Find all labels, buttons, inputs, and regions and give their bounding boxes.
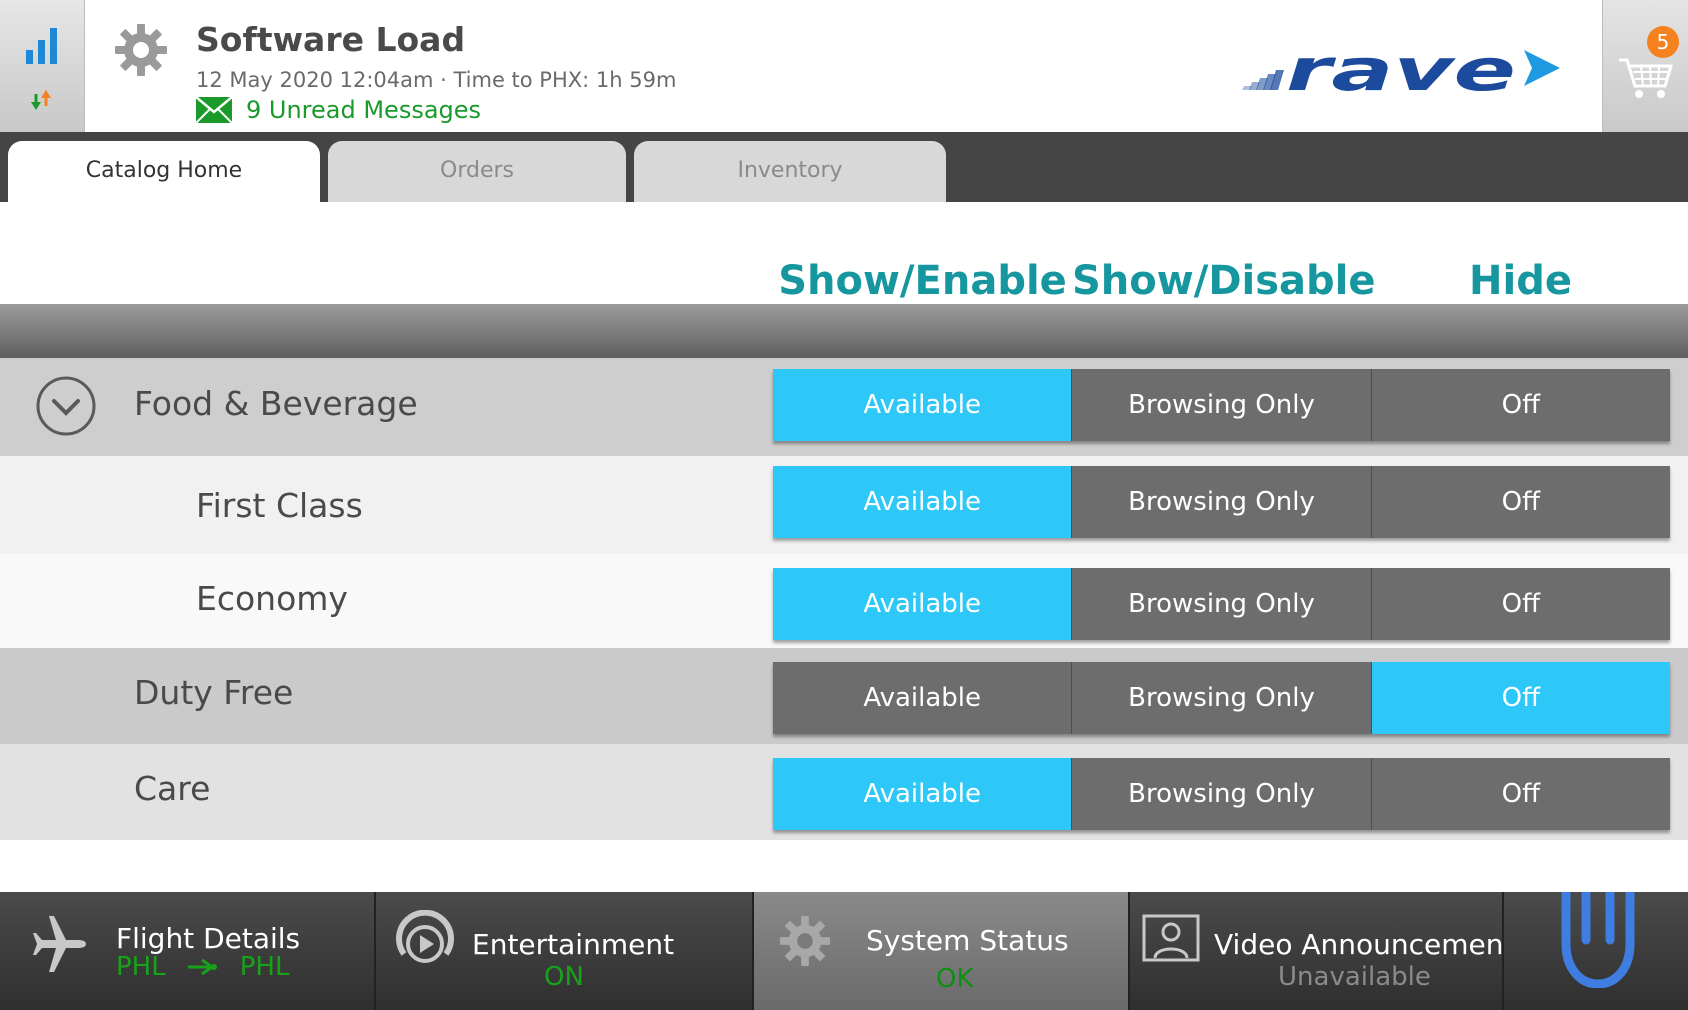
off-button[interactable]: Off [1371,662,1670,734]
rave-logo: rave [1242,42,1560,102]
category-row-duty-free: Duty Free Available Browsing Only Off [0,648,1688,744]
route-destination: PHL [239,952,290,982]
cart-count-badge: 5 [1647,26,1679,58]
category-label: Care [134,769,211,808]
available-button[interactable]: Available [773,466,1073,538]
header-divider-band [0,304,1688,358]
entertainment-label: Entertainment [472,928,675,961]
system-status-button[interactable]: System Status OK [754,892,1130,1010]
system-gear-icon [779,915,831,967]
browsing-only-button[interactable]: Browsing Only [1072,369,1372,441]
browsing-only-button[interactable]: Browsing Only [1072,662,1372,734]
available-button[interactable]: Available [773,758,1073,830]
system-status-value: OK [936,964,974,994]
browsing-only-button[interactable]: Browsing Only [1072,568,1372,640]
data-transfer-icon [31,90,51,110]
category-row-first-class: First Class Available Browsing Only Off [0,456,1688,554]
browsing-only-button[interactable]: Browsing Only [1072,466,1372,538]
category-label: Duty Free [134,673,294,712]
settings-gear-icon[interactable] [113,22,169,78]
off-button[interactable]: Off [1371,466,1670,538]
flight-details-label: Flight Details [116,922,301,955]
entertainment-button[interactable]: Entertainment ON [376,892,754,1010]
availability-toggle: Available Browsing Only Off [773,369,1670,441]
unread-messages-link[interactable]: 9 Unread Messages [196,96,481,124]
category-row-care: Care Available Browsing Only Off [0,744,1688,840]
category-row-food-beverage: Food & Beverage Available Browsing Only … [0,358,1688,456]
off-button[interactable]: Off [1371,758,1670,830]
hand-logo-icon [1561,892,1635,988]
column-header-show-enable: Show/Enable [778,258,1067,304]
availability-toggle: Available Browsing Only Off [773,568,1670,640]
available-button[interactable]: Available [773,568,1073,640]
tab-catalog-home[interactable]: Catalog Home [8,141,320,202]
availability-toggle: Available Browsing Only Off [773,662,1670,734]
signal-strength-icon [26,28,57,64]
shopping-cart-button[interactable]: 5 [1602,0,1688,132]
category-label: Food & Beverage [134,384,418,423]
availability-toggle: Available Browsing Only Off [773,466,1670,538]
rave-logo-text: rave [1286,42,1516,102]
brand-menu-button[interactable] [1504,892,1688,1010]
available-button[interactable]: Available [773,369,1073,441]
video-announcements-label: Video Announcements [1214,928,1530,961]
category-label: Economy [196,579,348,618]
route-origin: PHL [116,952,166,982]
column-header-show-disable: Show/Disable [1072,258,1376,304]
flight-info-text: 12 May 2020 12:04am · Time to PHX: 1h 59… [196,68,677,92]
bottom-nav-bar: Flight Details PHL PHL Entertainment ON [0,892,1688,1010]
off-button[interactable]: Off [1371,369,1670,441]
column-header-hide: Hide [1469,258,1572,304]
category-label: First Class [196,486,363,525]
envelope-icon [196,97,232,123]
app-header: Software Load 12 May 2020 12:04am · Time… [0,0,1688,132]
video-announcements-button[interactable]: Video Announcements Unavailable [1130,892,1529,1010]
route-arrow-icon [187,958,217,976]
media-play-icon [396,910,454,963]
flight-route: PHL PHL [116,952,289,982]
category-row-economy: Economy Available Browsing Only Off [0,554,1688,648]
tab-bar: Catalog Home Orders Inventory [0,132,1688,202]
video-announcements-status: Unavailable [1278,962,1431,992]
off-button[interactable]: Off [1371,568,1670,640]
tab-inventory[interactable]: Inventory [634,141,946,202]
page-title: Software Load [196,20,466,59]
tab-orders[interactable]: Orders [328,141,626,202]
system-status-label: System Status [866,924,1069,957]
video-presenter-icon [1142,914,1200,962]
flight-details-button[interactable]: Flight Details PHL PHL [0,892,376,1010]
entertainment-status: ON [544,962,584,992]
collapse-chevron-icon[interactable] [36,376,96,436]
available-button[interactable]: Available [773,662,1073,734]
availability-toggle: Available Browsing Only Off [773,758,1670,830]
airplane-icon [33,916,86,972]
unread-messages-label: 9 Unread Messages [246,96,482,124]
browsing-only-button[interactable]: Browsing Only [1072,758,1372,830]
shopping-cart-icon [1619,58,1674,98]
connectivity-panel[interactable] [0,0,85,132]
